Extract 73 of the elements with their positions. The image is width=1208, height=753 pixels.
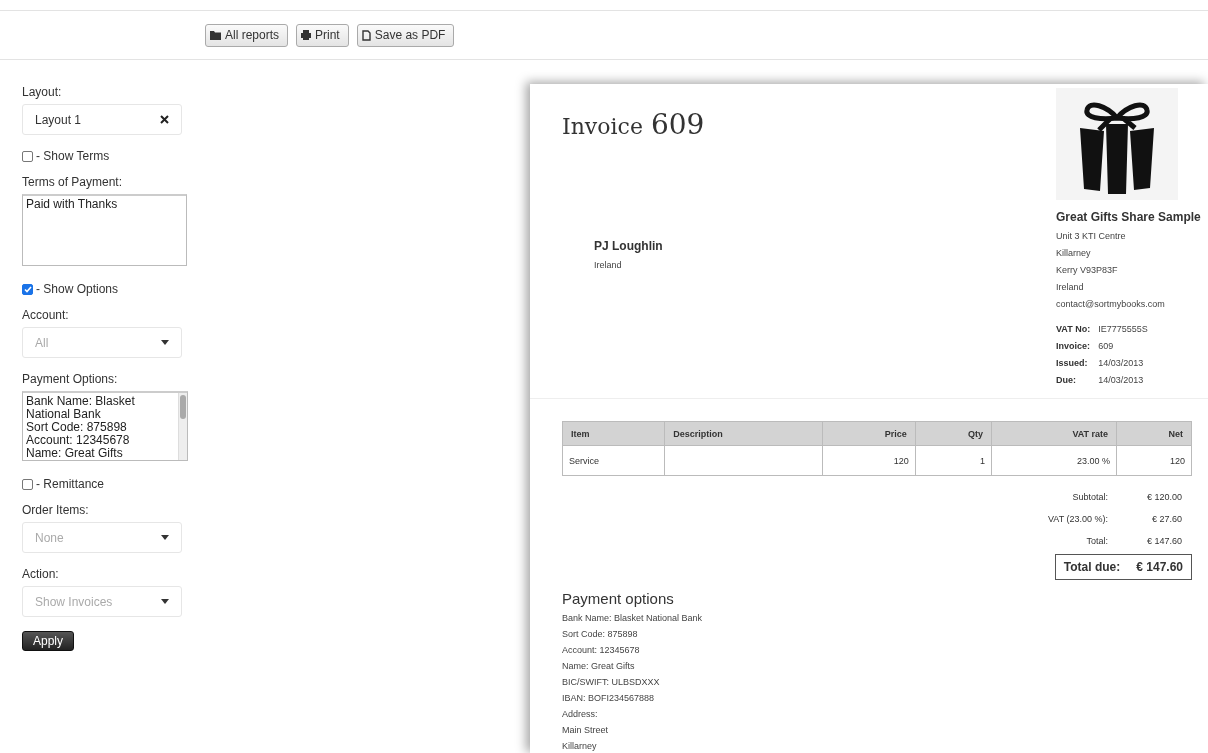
folder-icon — [210, 30, 221, 40]
detail-value: 609 — [1098, 340, 1115, 353]
total-due-label: Total due: — [1063, 560, 1121, 574]
detail-value: IE7775555S — [1098, 323, 1149, 336]
column-header: Price — [822, 421, 916, 446]
total-value: € 120.00 — [1145, 491, 1182, 504]
payment-detail: Name: Great Gifts — [562, 660, 636, 673]
toolbar-button[interactable]: Save as PDF — [356, 23, 455, 47]
payment-detail: Killarney — [562, 740, 598, 753]
field-label: Account: — [22, 308, 70, 322]
total-value: € 27.60 — [1150, 513, 1182, 526]
caret-icon — [161, 599, 169, 604]
dropdown[interactable]: Layout 1 — [22, 104, 182, 135]
field-label: Layout: — [22, 85, 63, 99]
payment-detail: Account: 12345678 — [562, 644, 641, 657]
invoice-number: 609 — [650, 108, 705, 141]
total-label: VAT (23.00 %): — [1047, 513, 1108, 526]
text-area[interactable]: Bank Name: Blasket National Bank Sort Code: 875898 Account: 12345678 Name: Great Gifts — [22, 391, 188, 461]
field-label: Terms of Payment: — [22, 175, 124, 189]
payment-detail: Main Street — [562, 724, 610, 737]
detail-label: Issued: — [1056, 357, 1089, 370]
payment-detail: Sort Code: 875898 — [562, 628, 639, 641]
company-address: Killarney — [1056, 247, 1092, 260]
column-header: Description — [664, 421, 823, 446]
company-address: Kerry V93P83F — [1056, 264, 1119, 277]
detail-label: Due: — [1056, 374, 1077, 387]
text-area[interactable]: Paid with Thanks — [22, 194, 187, 266]
field-label: Action: — [22, 567, 60, 581]
section-heading: Payment options — [562, 590, 675, 607]
checkbox-label: - Remittance — [36, 477, 105, 491]
table-cell: Service — [562, 445, 665, 476]
scrollbar[interactable] — [178, 393, 187, 460]
checkbox-label: - Show Terms — [36, 149, 110, 163]
table-cell: 120 — [822, 445, 916, 476]
toolbar-button[interactable]: All reports — [205, 23, 289, 47]
company-address: contact@sortmybooks.com — [1056, 298, 1166, 311]
table-cell: 1 — [915, 445, 992, 476]
payment-detail: BIC/SWIFT: ULBSDXXX — [562, 676, 661, 689]
detail-label: Invoice: — [1056, 340, 1091, 353]
clear-icon[interactable] — [160, 115, 169, 124]
apply-button[interactable]: Apply — [22, 631, 75, 651]
column-header: Item — [562, 421, 665, 446]
caret-icon — [161, 535, 169, 540]
total-due-value: € 147.60 — [1136, 560, 1183, 574]
checkbox-label: - Show Options — [36, 282, 119, 296]
total-value: € 147.60 — [1145, 535, 1182, 548]
column-header: VAT rate — [991, 421, 1117, 446]
column-header: Qty — [915, 421, 992, 446]
checkbox[interactable] — [22, 150, 33, 162]
detail-value: 14/03/2013 — [1098, 374, 1145, 387]
company-address: Unit 3 KTI Centre — [1056, 230, 1127, 243]
payment-detail: IBAN: BOFI234567888 — [562, 692, 656, 705]
column-header: Net — [1116, 421, 1192, 446]
company-name: Great Gifts Share Sample — [1056, 210, 1202, 224]
file-icon — [361, 29, 371, 41]
client-name: PJ Loughlin — [594, 239, 664, 253]
total-label: Total: — [1085, 535, 1108, 548]
toolbar-button[interactable]: Print — [296, 23, 349, 47]
caret-icon — [161, 340, 169, 345]
field-label: Payment Options: — [22, 372, 119, 386]
payment-detail: Address: — [562, 708, 599, 721]
detail-label: VAT No: — [1056, 323, 1091, 336]
detail-value: 14/03/2013 — [1098, 357, 1145, 370]
total-label: Subtotal: — [1071, 491, 1108, 504]
company-address: Ireland — [1056, 281, 1085, 294]
table-cell: 23.00 % — [991, 445, 1117, 476]
table-cell: 120 — [1116, 445, 1192, 476]
invoice-title: Invoice — [562, 114, 643, 139]
payment-detail: Bank Name: Blasket National Bank — [562, 612, 704, 625]
checkbox[interactable] — [22, 283, 33, 295]
field-label: Order Items: — [22, 503, 90, 517]
client-address: Ireland — [594, 259, 623, 271]
checkbox[interactable] — [22, 478, 33, 490]
